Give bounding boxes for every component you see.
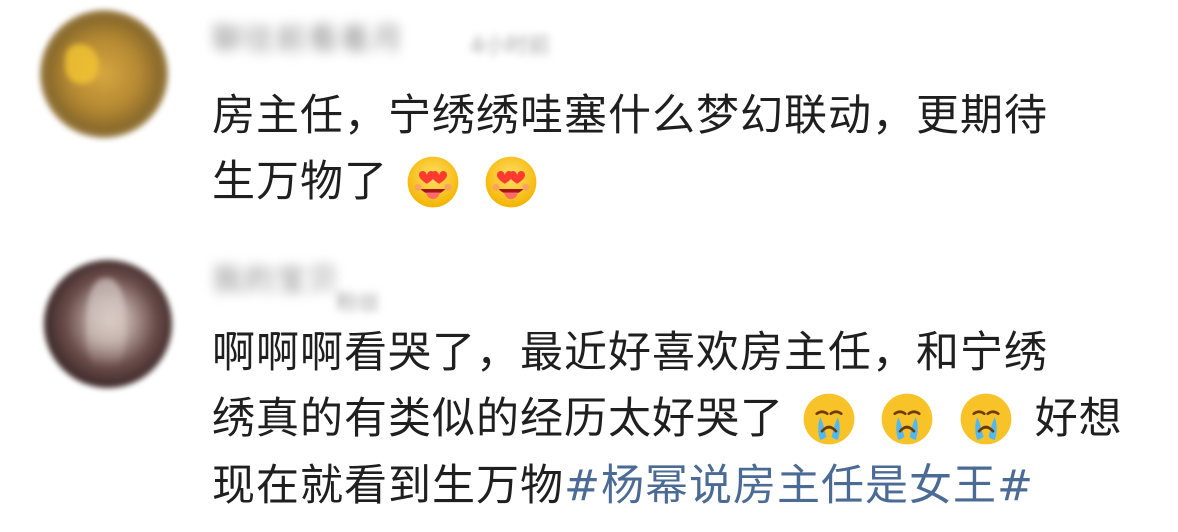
comment-text-segment: 现在就看到生万物 — [212, 460, 564, 511]
heart-eyes-icon — [407, 156, 459, 207]
crying-face-icon — [960, 393, 1012, 444]
comment-text-segment: 绣真的有类似的经历太好哭了 — [212, 394, 784, 444]
avatar[interactable] — [44, 260, 172, 388]
comment-text-segment: 好想 — [1034, 394, 1123, 444]
crying-face-icon — [803, 393, 855, 444]
comment-line: 生万物了 — [212, 149, 1148, 216]
comment-line: 现在就看到生万物#杨幂说房主任是女王# — [212, 453, 1148, 519]
meta-badge: 4小时前 — [470, 34, 550, 59]
username[interactable]: 聊往前看着月 — [212, 22, 404, 58]
comment-line: 房主任，宁绣绣哇塞什么梦幻联动，更期待 — [212, 91, 1048, 141]
hashtag-link[interactable]: #杨幂说房主任是女王# — [564, 461, 1034, 511]
comment-line: 啊啊啊看哭了，最近好喜欢房主任，和宁绣 — [212, 328, 1048, 378]
heart-eyes-icon — [485, 156, 537, 207]
comment-text: 房主任，宁绣绣哇塞什么梦幻联动，更期待 生万物了 — [212, 83, 1148, 216]
crying-face-icon — [881, 393, 933, 444]
comment-text: 啊啊啊看哭了，最近好喜欢房主任，和宁绣 绣真的有类似的经历太好哭了 好想 现在就… — [212, 320, 1148, 519]
comment-item: 聊往前看着月 4小时前 房主任，宁绣绣哇塞什么梦幻联动，更期待 生万物了 — [0, 0, 1178, 245]
username[interactable]: 我的宝贝 — [212, 263, 340, 299]
avatar[interactable] — [40, 10, 168, 138]
comment-line: 绣真的有类似的经历太好哭了 好想 — [212, 386, 1148, 453]
meta-badge: 粉丝 — [336, 291, 381, 316]
comment-text-segment: 生万物了 — [212, 157, 388, 207]
